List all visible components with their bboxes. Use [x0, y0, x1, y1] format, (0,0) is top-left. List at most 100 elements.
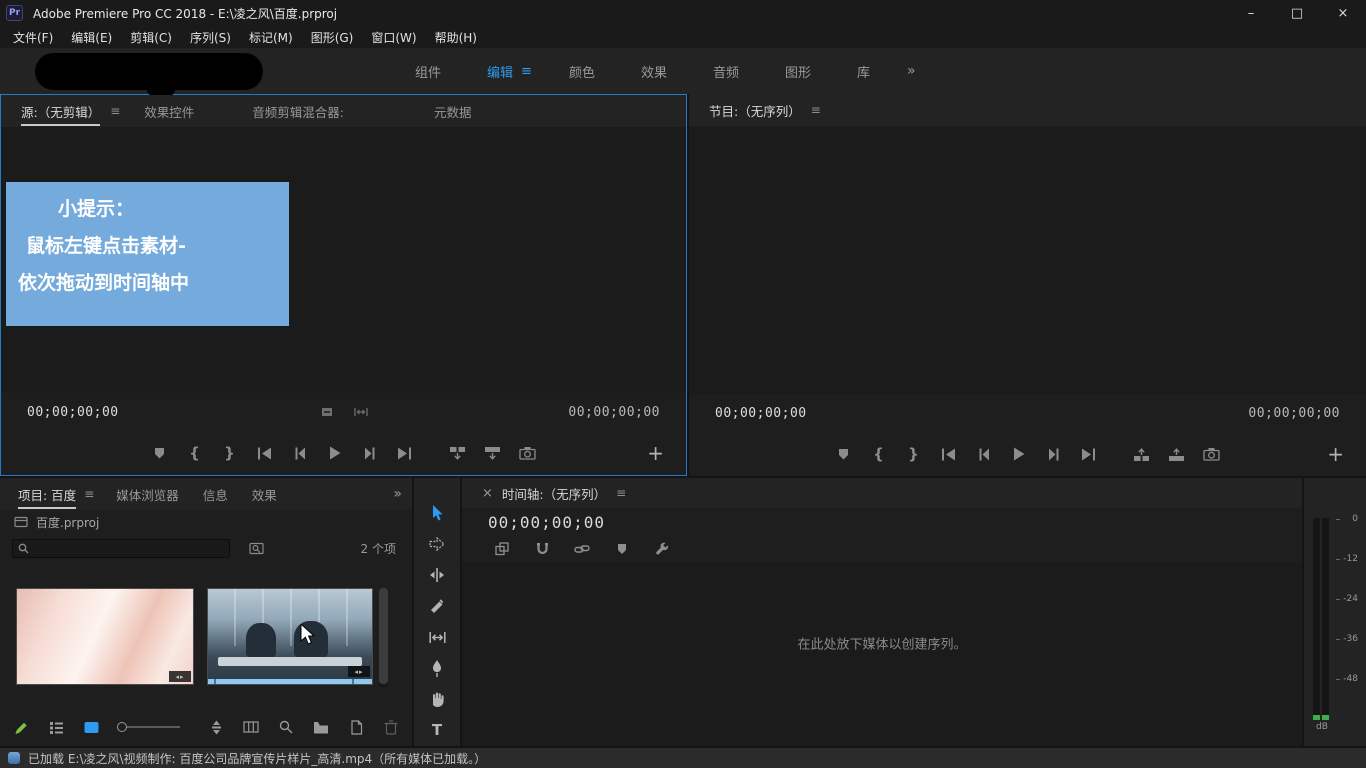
project-file-name[interactable]: 百度.prproj [36, 514, 99, 531]
step-back-icon[interactable] [290, 442, 310, 464]
menu-help[interactable]: 帮助(H) [426, 29, 486, 46]
tab-media-browser[interactable]: 媒体浏览器 [104, 485, 191, 504]
filmstrip-icon[interactable] [242, 716, 260, 738]
razor-tool[interactable] [424, 593, 450, 619]
timeline-body[interactable]: 在此处放下媒体以创建序列。 [462, 562, 1302, 746]
go-to-in-icon[interactable] [939, 443, 959, 465]
menu-sequence[interactable]: 序列(S) [181, 29, 240, 46]
export-frame-icon[interactable] [1202, 443, 1222, 465]
go-to-out-icon[interactable] [1079, 443, 1099, 465]
timeline-settings-wrench-icon[interactable] [652, 538, 672, 560]
zoom-slider-knob[interactable] [117, 722, 127, 732]
selection-tool[interactable] [424, 500, 450, 526]
mark-in-icon[interactable]: { [185, 442, 205, 464]
zoom-level-icon[interactable] [317, 401, 337, 423]
mark-out-icon[interactable]: } [220, 442, 240, 464]
clip-thumbnail-2[interactable]: ◂▸ [207, 588, 373, 685]
add-marker-icon[interactable] [612, 538, 632, 560]
scrub-bar[interactable] [208, 679, 372, 684]
minimize-button[interactable]: – [1228, 0, 1274, 26]
program-monitor-view[interactable] [689, 126, 1366, 394]
source-button-editor-icon[interactable]: + [647, 443, 664, 463]
timeline-panel-menu-icon[interactable]: ≡ [616, 486, 626, 500]
timeline-close-icon[interactable]: × [482, 486, 493, 501]
audio-meter-panel[interactable]: 0 -12 -24 -36 -48 dB [1304, 478, 1366, 746]
step-back-icon[interactable] [974, 443, 994, 465]
icon-view-icon[interactable] [82, 716, 100, 738]
workspace-menu-icon[interactable]: ≡ [521, 64, 532, 79]
workspace-overflow-icon[interactable]: » [907, 63, 916, 79]
tab-project[interactable]: 项目: 百度 [6, 485, 88, 504]
play-icon[interactable] [1009, 443, 1029, 465]
tab-timeline[interactable]: 时间轴:（无序列） [502, 484, 606, 503]
ripple-edit-tool[interactable] [424, 562, 450, 588]
workspace-tab-libraries[interactable]: 库 [834, 62, 893, 81]
writable-pencil-icon[interactable] [12, 716, 30, 738]
snap-magnet-icon[interactable] [532, 538, 552, 560]
scrollbar-thumb[interactable] [379, 588, 388, 684]
search-input[interactable] [34, 542, 214, 555]
project-panel-menu-icon[interactable]: ≡ [84, 487, 94, 501]
menu-window[interactable]: 窗口(W) [362, 29, 425, 46]
menu-edit[interactable]: 编辑(E) [62, 29, 121, 46]
workspace-tab-editing[interactable]: 编辑 [464, 62, 521, 81]
step-forward-icon[interactable] [1044, 443, 1064, 465]
workspace-tab-assembly[interactable]: 组件 [392, 62, 464, 81]
tab-metadata[interactable]: 元数据 [420, 102, 486, 121]
menu-markers[interactable]: 标记(M) [240, 29, 302, 46]
type-tool[interactable]: T [424, 717, 450, 743]
lift-icon[interactable] [1132, 443, 1152, 465]
new-bin-icon[interactable] [312, 716, 330, 738]
search-bin-icon[interactable] [246, 537, 266, 559]
playback-resolution-icon[interactable] [351, 401, 371, 423]
step-forward-icon[interactable] [360, 442, 380, 464]
workspace-tab-effects[interactable]: 效果 [618, 62, 690, 81]
source-panel-menu-icon[interactable]: ≡ [110, 104, 120, 118]
slip-tool[interactable] [424, 624, 450, 650]
source-monitor-view[interactable]: 小提示： 鼠标左键点击素材- 依次拖动到时间轴中 [1, 127, 686, 393]
tab-program[interactable]: 节目:（无序列） [695, 101, 815, 120]
project-scrollbar[interactable] [379, 588, 388, 688]
program-panel-menu-icon[interactable]: ≡ [811, 103, 821, 117]
list-view-icon[interactable] [47, 716, 65, 738]
workspace-tab-audio[interactable]: 音频 [690, 62, 762, 81]
pen-tool[interactable] [424, 655, 450, 681]
menu-file[interactable]: 文件(F) [4, 29, 62, 46]
new-item-icon[interactable] [347, 716, 365, 738]
mark-out-icon[interactable]: } [904, 443, 924, 465]
hand-tool[interactable] [424, 686, 450, 712]
insert-icon[interactable] [448, 442, 468, 464]
linked-selection-icon[interactable] [572, 538, 592, 560]
track-select-tool[interactable] [424, 531, 450, 557]
close-button[interactable]: × [1320, 0, 1366, 26]
tab-source[interactable]: 源:（无剪辑） [7, 102, 114, 121]
export-frame-icon[interactable] [518, 442, 538, 464]
menu-clip[interactable]: 剪辑(C) [121, 29, 181, 46]
tab-effect-controls[interactable]: 效果控件 [130, 102, 208, 121]
workspace-tab-color[interactable]: 颜色 [546, 62, 618, 81]
overwrite-icon[interactable] [483, 442, 503, 464]
go-to-out-icon[interactable] [395, 442, 415, 464]
play-icon[interactable] [325, 442, 345, 464]
add-marker-icon[interactable] [834, 443, 854, 465]
mark-in-icon[interactable]: { [869, 443, 889, 465]
add-marker-icon[interactable] [150, 442, 170, 464]
search-box[interactable] [12, 539, 230, 558]
workspace-tab-graphics[interactable]: 图形 [762, 62, 834, 81]
tab-audio-clip-mixer[interactable]: 音频剪辑混合器: [238, 102, 358, 121]
extract-icon[interactable] [1167, 443, 1187, 465]
automate-to-sequence-icon[interactable] [207, 716, 225, 738]
tab-info[interactable]: 信息 [191, 485, 240, 504]
timeline-timecode[interactable]: 00;00;00;00 [488, 513, 605, 532]
zoom-slider[interactable] [117, 722, 180, 732]
go-to-in-icon[interactable] [255, 442, 275, 464]
find-icon[interactable] [277, 716, 295, 738]
project-tabs-overflow-icon[interactable]: » [393, 486, 402, 502]
delete-icon[interactable] [382, 716, 400, 738]
tab-effects[interactable]: 效果 [240, 485, 289, 504]
program-button-editor-icon[interactable]: + [1327, 444, 1344, 464]
maximize-button[interactable]: □ [1274, 0, 1320, 26]
menu-graphics[interactable]: 图形(G) [302, 29, 363, 46]
nest-insert-icon[interactable] [492, 538, 512, 560]
clip-thumbnail-1[interactable]: ◂▸ [16, 588, 194, 685]
